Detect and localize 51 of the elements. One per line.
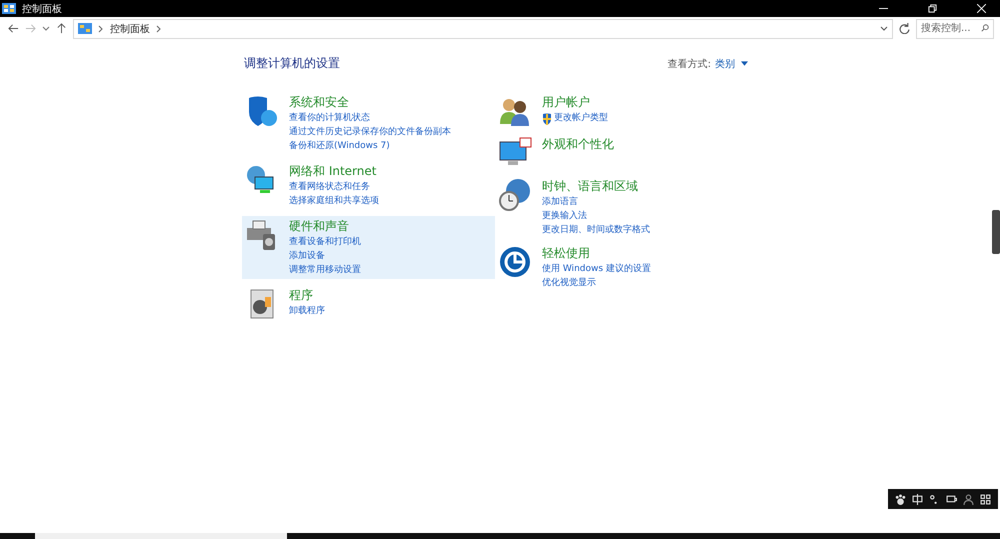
close-icon[interactable] xyxy=(977,4,986,13)
category-link[interactable]: 系统和安全 xyxy=(289,94,451,111)
task-link[interactable]: 通过文件历史记录保存你的文件备份副本 xyxy=(289,126,451,139)
control-panel-icon xyxy=(2,3,16,14)
task-link[interactable]: 更改日期、时间或数字格式 xyxy=(542,224,650,237)
control-panel-icon xyxy=(78,23,92,34)
task-link[interactable]: 查看网络状态和任务 xyxy=(289,181,370,194)
task-link[interactable]: 调整常用移动设置 xyxy=(289,264,361,277)
chevron-down-icon[interactable] xyxy=(42,24,50,32)
user-icon[interactable] xyxy=(963,494,974,504)
window-title: 控制面板 xyxy=(22,2,62,16)
task-link[interactable]: 优化视觉显示 xyxy=(542,277,596,290)
category-link[interactable]: 程序 xyxy=(289,287,325,304)
task-link[interactable]: 卸载程序 xyxy=(289,305,325,318)
category-link[interactable]: 硬件和声音 xyxy=(289,218,361,235)
paw-icon[interactable] xyxy=(895,494,906,504)
restore-icon[interactable] xyxy=(928,4,937,13)
shield-icon xyxy=(542,112,552,124)
task-link[interactable]: 备份和还原(Windows 7) xyxy=(289,140,390,153)
task-link[interactable]: 添加语言 xyxy=(542,196,578,209)
caret-icon xyxy=(741,61,748,66)
category-link[interactable]: 用户帐户 xyxy=(542,94,608,111)
page-heading: 调整计算机的设置 xyxy=(244,55,340,72)
chevron-right-icon xyxy=(155,24,163,32)
grid-icon[interactable] xyxy=(980,494,991,504)
up-arrow-icon[interactable] xyxy=(56,23,67,34)
search-icon xyxy=(981,24,989,32)
view-by-dropdown[interactable]: 类别 xyxy=(715,56,748,70)
view-by-label: 查看方式: xyxy=(668,58,711,70)
task-link[interactable]: 使用 Windows 建议的设置 xyxy=(542,263,651,276)
keyboard-icon[interactable] xyxy=(946,494,957,504)
accessibility-icon[interactable] xyxy=(498,245,532,279)
chinese-mode-icon[interactable] xyxy=(912,494,923,504)
category-link[interactable]: 轻松使用 xyxy=(542,245,651,262)
task-link[interactable]: 更换输入法 xyxy=(542,210,587,223)
refresh-icon[interactable] xyxy=(899,23,910,34)
chevron-right-icon xyxy=(97,24,105,32)
category-link[interactable]: 外观和个性化 xyxy=(542,136,614,153)
category-link[interactable]: 时钟、语言和区域 xyxy=(542,178,650,195)
task-link[interactable]: 查看设备和打印机 xyxy=(289,236,361,249)
task-link[interactable]: 查看你的计算机状态 xyxy=(289,112,370,125)
task-link[interactable]: 选择家庭组和共享选项 xyxy=(289,195,379,208)
globe-clock-icon[interactable] xyxy=(498,178,532,212)
search-field[interactable]: 搜索控制... xyxy=(916,18,994,38)
task-link[interactable]: 添加设备 xyxy=(289,250,325,263)
breadcrumb[interactable]: 控制面板 xyxy=(110,22,150,36)
task-link[interactable]: 更改帐户类型 xyxy=(554,112,608,125)
back-arrow-icon[interactable] xyxy=(8,23,19,34)
chevron-down-icon[interactable] xyxy=(880,24,888,32)
address-field[interactable]: 控制面板 xyxy=(73,18,893,38)
category-link[interactable]: 网络和 Internet xyxy=(289,163,379,180)
